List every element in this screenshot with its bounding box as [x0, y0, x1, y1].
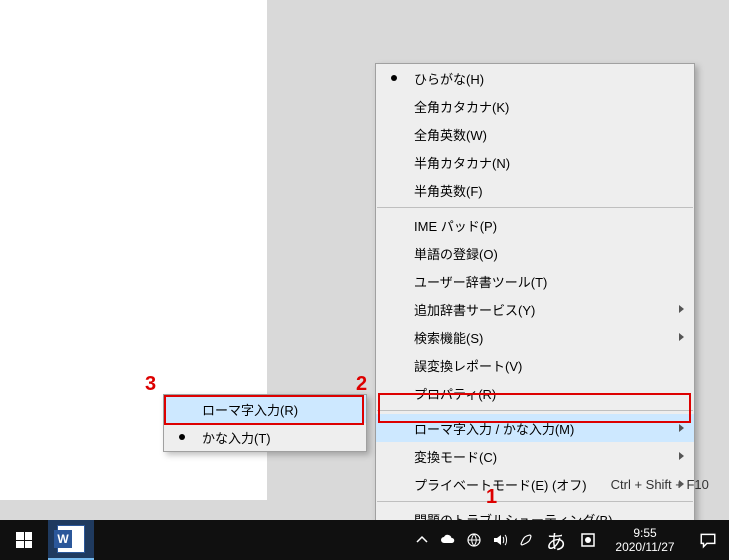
tray-ime-settings-icon[interactable]: [573, 520, 603, 560]
clock-date: 2020/11/27: [615, 540, 674, 554]
taskbar-app-word[interactable]: W: [48, 520, 94, 560]
menu-item-label: ユーザー辞書ツール(T): [414, 272, 547, 291]
menu-item-ime-pad[interactable]: IME パッド(P): [376, 211, 694, 239]
tray-ime-tool-icon[interactable]: [513, 520, 539, 560]
menu-item-accel: Ctrl + Shift + F10: [587, 477, 709, 492]
system-tray: あ 9:55 2020/11/27: [409, 520, 729, 560]
taskbar: W あ 9:55 2020/11/27: [0, 520, 729, 560]
tray-volume-icon[interactable]: [487, 520, 513, 560]
word-icon: W: [57, 525, 85, 553]
menu-item-label: 変換モード(C): [414, 447, 497, 466]
menu-item-label: 半角英数(F): [414, 181, 483, 200]
menu-item-user-dictionary[interactable]: ユーザー辞書ツール(T): [376, 267, 694, 295]
tray-clock[interactable]: 9:55 2020/11/27: [603, 520, 687, 560]
menu-item-label: プロパティ(R): [414, 384, 496, 403]
menu-separator: [377, 207, 693, 208]
ime-mode-glyph: あ: [546, 526, 566, 555]
tray-action-center-icon[interactable]: [687, 520, 729, 560]
tray-ime-mode[interactable]: あ: [539, 520, 573, 560]
menu-item-register-word[interactable]: 単語の登録(O): [376, 239, 694, 267]
menu-item-label: プライベートモード(E) (オフ): [414, 475, 587, 494]
tray-chevron-up-icon[interactable]: [409, 520, 435, 560]
tray-onedrive-icon[interactable]: [435, 520, 461, 560]
tray-network-icon[interactable]: [461, 520, 487, 560]
menu-item-halfwidth-alnum[interactable]: 半角英数(F): [376, 176, 694, 204]
menu-separator: [377, 501, 693, 502]
annotation-2: 2: [356, 373, 367, 396]
menu-item-private-mode[interactable]: プライベートモード(E) (オフ)Ctrl + Shift + F10: [376, 470, 694, 498]
menu-item-label: 誤変換レポート(V): [414, 356, 522, 375]
menu-item-label: IME パッド(P): [414, 216, 497, 235]
submenu-item-kana[interactable]: かな入力(T): [164, 423, 366, 451]
menu-item-label: 単語の登録(O): [414, 244, 498, 263]
menu-item-input-method[interactable]: ローマ字入力 / かな入力(M): [376, 414, 694, 442]
clock-time: 9:55: [633, 526, 656, 540]
menu-separator: [377, 410, 693, 411]
menu-item-label: かな入力(T): [202, 428, 271, 447]
start-button[interactable]: [0, 520, 48, 560]
menu-item-misconversion-report[interactable]: 誤変換レポート(V): [376, 351, 694, 379]
menu-item-label: 検索機能(S): [414, 328, 483, 347]
menu-item-label: ローマ字入力 / かな入力(M): [414, 419, 574, 438]
menu-item-label: 追加辞書サービス(Y): [414, 300, 535, 319]
menu-item-hiragana[interactable]: ひらがな(H): [376, 64, 694, 92]
menu-item-additional-dict[interactable]: 追加辞書サービス(Y): [376, 295, 694, 323]
menu-item-conversion-mode[interactable]: 変換モード(C): [376, 442, 694, 470]
menu-item-halfwidth-katakana[interactable]: 半角カタカナ(N): [376, 148, 694, 176]
menu-item-label: 全角カタカナ(K): [414, 97, 509, 116]
ime-context-menu: ひらがな(H) 全角カタカナ(K) 全角英数(W) 半角カタカナ(N) 半角英数…: [375, 63, 695, 534]
menu-item-label: 全角英数(W): [414, 125, 487, 144]
menu-item-label: ひらがな(H): [414, 69, 484, 88]
submenu-item-romaji[interactable]: ローマ字入力(R): [164, 395, 366, 423]
ime-input-method-submenu: ローマ字入力(R) かな入力(T): [163, 394, 367, 452]
menu-item-fullwidth-katakana[interactable]: 全角カタカナ(K): [376, 92, 694, 120]
menu-item-fullwidth-alnum[interactable]: 全角英数(W): [376, 120, 694, 148]
menu-item-properties[interactable]: プロパティ(R): [376, 379, 694, 407]
menu-item-search[interactable]: 検索機能(S): [376, 323, 694, 351]
menu-item-label: ローマ字入力(R): [202, 400, 298, 419]
windows-logo-icon: [16, 532, 32, 548]
menu-item-label: 半角カタカナ(N): [414, 153, 510, 172]
